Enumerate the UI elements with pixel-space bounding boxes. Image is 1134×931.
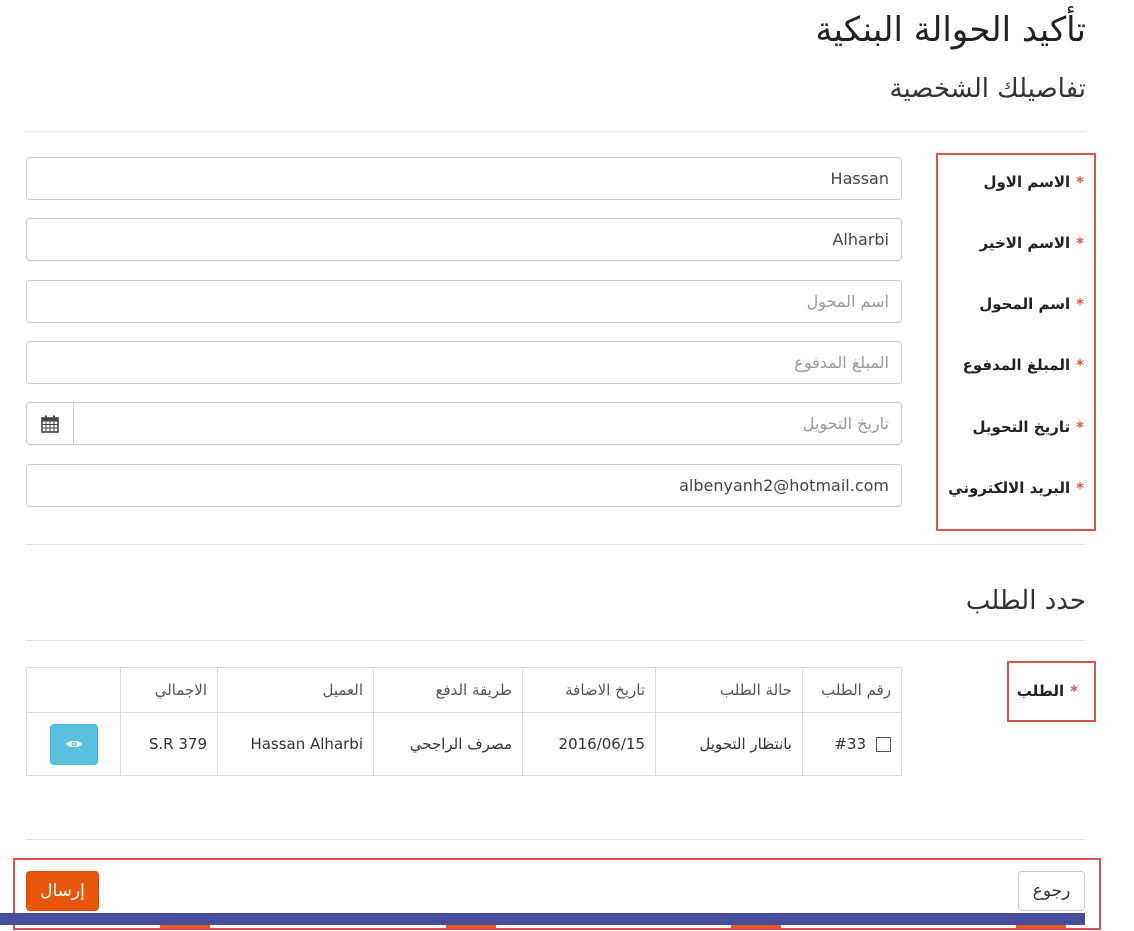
label-transfer-date: *تاريخ التحويل bbox=[972, 418, 1084, 436]
actions-cell bbox=[26, 712, 121, 776]
col-customer: العميل bbox=[217, 667, 374, 713]
order-section-title: حدد الطلب bbox=[965, 586, 1086, 616]
last-name-input[interactable] bbox=[26, 218, 902, 261]
col-status: حالة الطلب bbox=[655, 667, 803, 713]
label-sender-name: *اسم المحول bbox=[979, 295, 1084, 313]
order-no-cell: #33 bbox=[802, 712, 902, 776]
divider bbox=[26, 640, 1085, 641]
date-cell: 2016/06/15 bbox=[522, 712, 656, 776]
col-order-no: رقم الطلب bbox=[802, 667, 902, 713]
customer-cell: Hassan Alharbi bbox=[217, 712, 374, 776]
table-header-row: رقم الطلب حالة الطلب تاريخ الاضافة طريقة… bbox=[26, 667, 902, 713]
labels-highlight-box bbox=[936, 153, 1096, 531]
calendar-icon bbox=[41, 415, 59, 433]
page-title: تأكيد الحوالة البنكية bbox=[815, 10, 1086, 50]
view-order-button[interactable] bbox=[49, 723, 98, 765]
label-amount-paid: *المبلغ المدفوع bbox=[962, 356, 1084, 374]
label-first-name: *الاسم الاول bbox=[983, 173, 1084, 191]
divider bbox=[26, 839, 1085, 840]
bottom-bar bbox=[0, 913, 1085, 925]
col-payment: طريقة الدفع bbox=[373, 667, 523, 713]
amount-paid-input[interactable] bbox=[26, 341, 902, 384]
divider bbox=[26, 544, 1085, 545]
bar-accent bbox=[1016, 925, 1066, 928]
total-cell: S.R 379 bbox=[120, 712, 218, 776]
divider bbox=[26, 131, 1085, 132]
status-cell: بانتظار التحويل bbox=[655, 712, 803, 776]
bar-accent bbox=[731, 925, 781, 928]
personal-section-title: تفاصيلك الشخصية bbox=[889, 74, 1086, 104]
email-input[interactable] bbox=[26, 464, 902, 507]
col-actions bbox=[26, 667, 121, 713]
label-last-name: *الاسم الاخير bbox=[979, 234, 1084, 252]
label-order: *الطلب bbox=[1016, 682, 1078, 700]
orders-table: رقم الطلب حالة الطلب تاريخ الاضافة طريقة… bbox=[26, 667, 902, 776]
table-row: #33 بانتظار التحويل 2016/06/15 مصرف الرا… bbox=[26, 712, 902, 776]
sender-name-input[interactable] bbox=[26, 280, 902, 323]
col-total: الاجمالي bbox=[120, 667, 218, 713]
bar-accent bbox=[160, 925, 210, 928]
send-button[interactable]: إرسال bbox=[26, 871, 99, 911]
first-name-input[interactable] bbox=[26, 157, 902, 200]
label-email: *البريد الالكتروني bbox=[948, 479, 1084, 497]
eye-icon bbox=[65, 740, 82, 748]
bar-accent bbox=[446, 925, 496, 928]
order-checkbox[interactable] bbox=[876, 737, 891, 752]
back-button[interactable]: رجوع bbox=[1018, 871, 1085, 911]
col-date: تاريخ الاضافة bbox=[522, 667, 656, 713]
payment-cell: مصرف الراجحي bbox=[373, 712, 523, 776]
transfer-date-input[interactable] bbox=[73, 402, 902, 445]
calendar-button[interactable] bbox=[26, 402, 74, 445]
